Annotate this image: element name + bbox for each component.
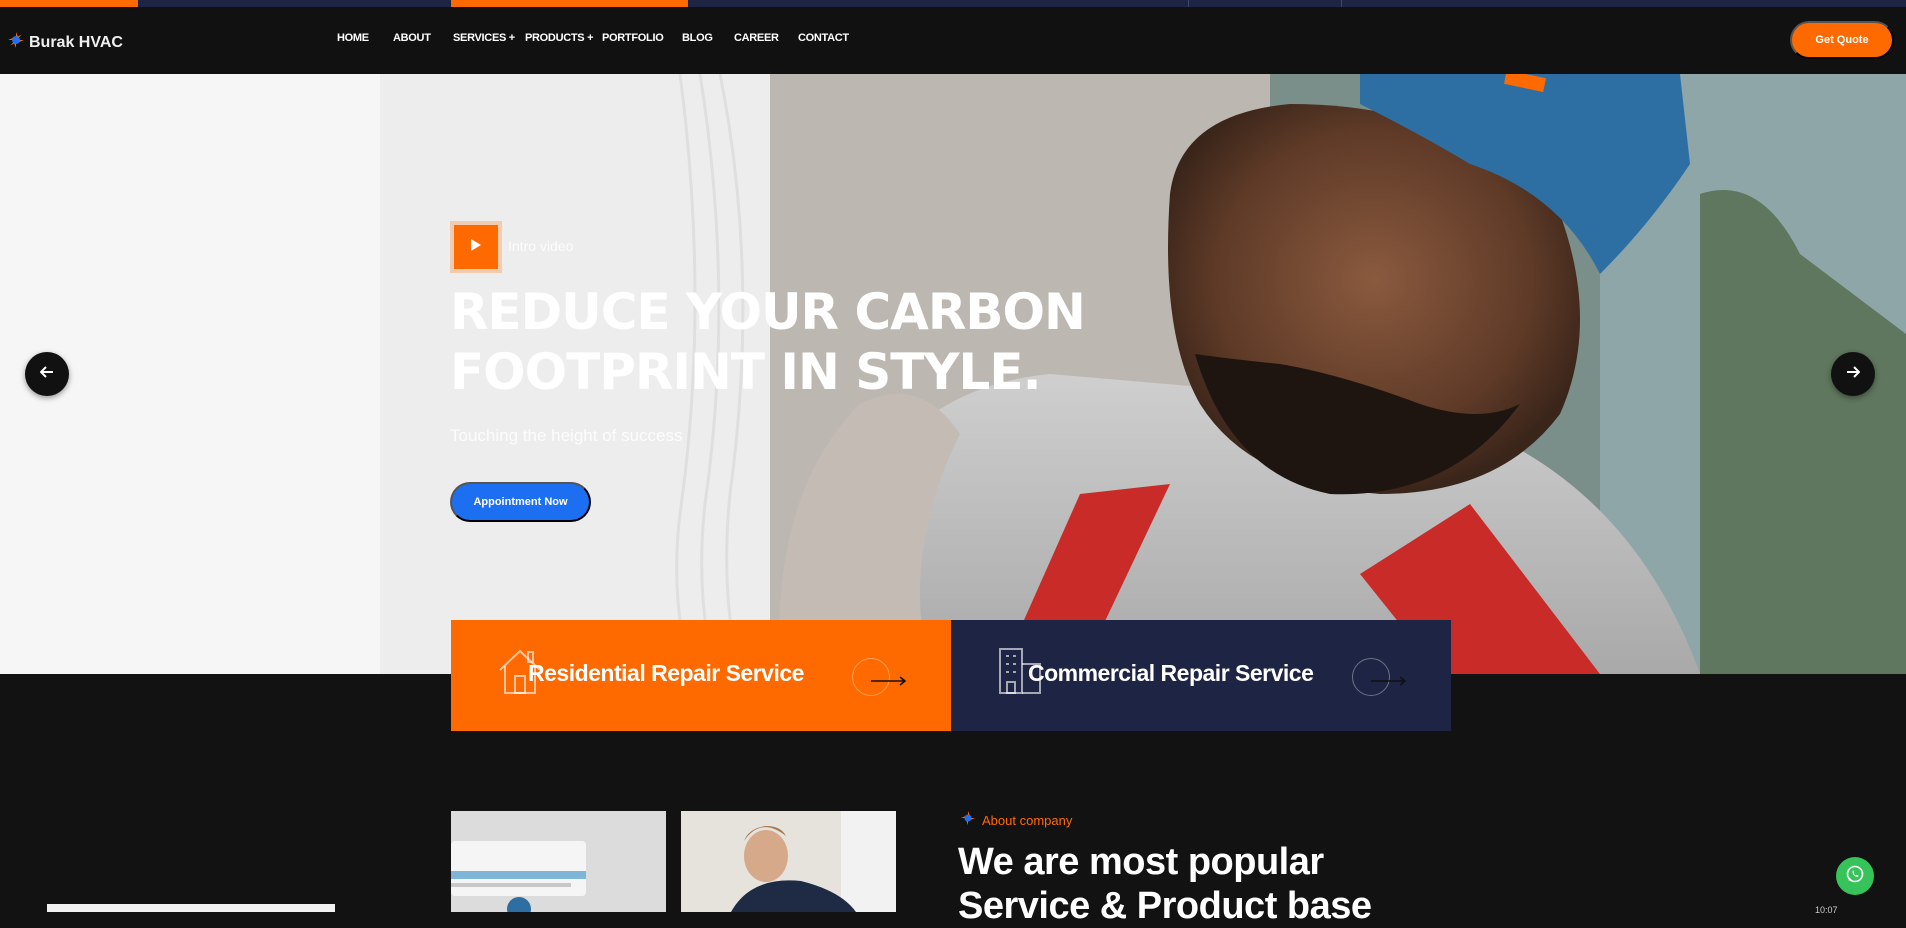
about-tag: About company bbox=[960, 810, 1072, 831]
get-quote-button[interactable]: Get Quote bbox=[1790, 21, 1894, 59]
top-strip bbox=[0, 0, 1906, 7]
nav-portfolio[interactable]: PORTFOLIO bbox=[602, 32, 664, 44]
hero-banner: Intro video REDUCE YOUR CARBON FOOTPRINT… bbox=[0, 74, 1906, 674]
about-image-technician bbox=[681, 811, 896, 912]
nav-products[interactable]: PRODUCTS + bbox=[525, 32, 594, 44]
nav-services-label: SERVICES bbox=[453, 32, 507, 44]
about-heading: We are most popular Service & Product ba… bbox=[958, 841, 1372, 927]
play-icon-box bbox=[454, 225, 498, 269]
hero-subline: Touching the height of success bbox=[450, 426, 683, 445]
service-title-commercial: Commercial Repair Service bbox=[1028, 660, 1314, 686]
nav-home[interactable]: HOME bbox=[337, 32, 369, 44]
nav-about[interactable]: ABOUT bbox=[393, 32, 431, 44]
nav-blog[interactable]: BLOG bbox=[682, 32, 713, 44]
intro-video-label: Intro video bbox=[508, 238, 574, 254]
hero-prev-button[interactable] bbox=[25, 352, 69, 396]
nav-contact[interactable]: CONTACT bbox=[798, 32, 849, 44]
arrow-right-long-icon bbox=[1371, 673, 1407, 691]
hero-headline: REDUCE YOUR CARBON FOOTPRINT IN STYLE. bbox=[450, 283, 1086, 401]
service-card-residential[interactable]: Residential Repair Service bbox=[451, 620, 951, 731]
nav-services[interactable]: SERVICES + bbox=[453, 32, 515, 44]
clock-text: 10:07 bbox=[1815, 905, 1838, 915]
brand-name: Burak HVAC bbox=[29, 33, 123, 51]
about-image-ac-unit bbox=[451, 811, 666, 912]
brand-logo[interactable]: Burak HVAC bbox=[7, 31, 123, 54]
whatsapp-button[interactable] bbox=[1836, 857, 1874, 895]
site-header: Burak HVAC HOME ABOUT SERVICES + PRODUCT… bbox=[0, 7, 1906, 74]
bottom-overlay-bar bbox=[47, 904, 335, 912]
service-title-residential: Residential Repair Service bbox=[528, 660, 804, 686]
plus-icon: + bbox=[587, 32, 594, 44]
play-video-button[interactable] bbox=[450, 221, 502, 273]
nav-career[interactable]: CAREER bbox=[734, 32, 779, 44]
whatsapp-icon bbox=[1845, 864, 1865, 889]
plus-icon: + bbox=[508, 32, 515, 44]
logo-icon bbox=[960, 810, 976, 831]
hero-next-button[interactable] bbox=[1831, 352, 1875, 396]
arrow-right-icon bbox=[1846, 365, 1861, 383]
nav-products-label: PRODUCTS bbox=[525, 32, 585, 44]
appointment-button[interactable]: Appointment Now bbox=[450, 482, 591, 522]
arrow-left-icon bbox=[39, 365, 54, 383]
play-icon bbox=[471, 238, 481, 256]
service-card-commercial[interactable]: Commercial Repair Service bbox=[951, 620, 1451, 731]
logo-icon bbox=[7, 31, 25, 54]
arrow-right-long-icon bbox=[871, 673, 907, 691]
about-tag-text: About company bbox=[982, 813, 1073, 828]
